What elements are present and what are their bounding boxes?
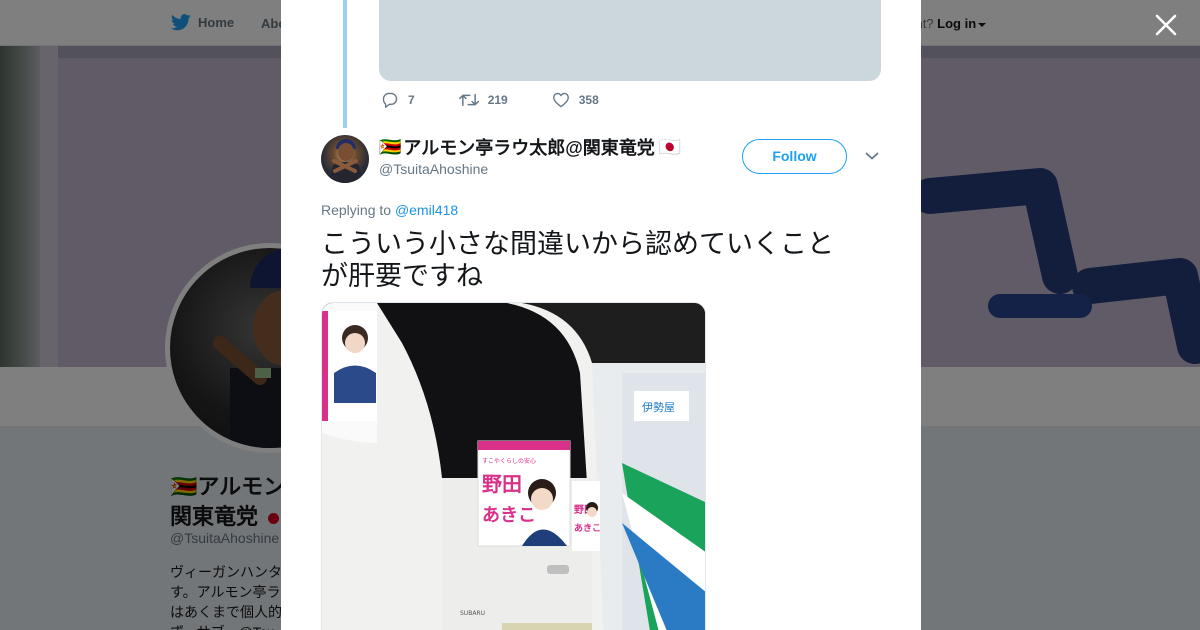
replying-to-link[interactable]: @emil418 — [395, 202, 458, 218]
photo-scene: 伊勢屋 すこやくらしの安心 野田 あきこ 野田 あきこ SUBARU — [322, 303, 705, 630]
tweet-modal: 7 219 358 🇿🇼 アルモン亭ラウ太郎@関東竜党 🇯🇵 @TsuitaAh… — [281, 0, 921, 630]
japan-flag-icon: 🇯🇵 — [658, 136, 682, 157]
close-icon[interactable] — [1153, 12, 1179, 38]
author-avatar[interactable] — [321, 135, 369, 183]
reply-icon — [382, 92, 398, 108]
like-button[interactable]: 358 — [552, 92, 599, 108]
replying-to: Replying to @emil418 — [321, 202, 458, 218]
previous-tweet-actions: 7 219 358 — [381, 92, 599, 108]
retweet-button[interactable]: 219 — [458, 92, 508, 108]
reply-count: 7 — [408, 93, 415, 107]
author-display-name: アルモン亭ラウ太郎@関東竜党 — [403, 138, 655, 158]
tweet-text-line: が肝要ですね — [321, 261, 483, 292]
chevron-down-icon[interactable] — [865, 151, 879, 161]
poster-tagline: すこやくらしの安心 — [482, 457, 536, 465]
conversation-thread-line — [343, 0, 347, 128]
poster-main-name: 野田 — [482, 472, 522, 496]
store-sign: 伊勢屋 — [642, 400, 675, 414]
poster-main-name2: あきこ — [482, 505, 536, 526]
tweet-text: こういう小さな間違いから認めていくこと が肝要ですね — [321, 229, 881, 293]
car-badge: SUBARU — [460, 610, 485, 617]
poster-side-name2: あきこ — [574, 523, 601, 534]
retweet-icon — [458, 93, 479, 107]
follow-button[interactable]: Follow — [742, 139, 847, 174]
like-count: 358 — [578, 93, 599, 107]
tweet-photo[interactable]: 伊勢屋 すこやくらしの安心 野田 あきこ 野田 あきこ SUBARU — [321, 302, 706, 630]
replying-prefix: Replying to — [321, 202, 392, 218]
author-name[interactable]: 🇿🇼 アルモン亭ラウ太郎@関東竜党 🇯🇵 — [379, 134, 681, 160]
heart-icon — [552, 92, 569, 108]
tweet-text-line: こういう小さな間違いから認めていくこと — [321, 229, 834, 260]
zimbabwe-flag-icon: 🇿🇼 — [379, 136, 402, 157]
avatar-figure — [329, 143, 363, 183]
previous-tweet-media[interactable] — [379, 0, 881, 81]
retweet-count: 219 — [487, 93, 508, 107]
reply-button[interactable]: 7 — [381, 92, 415, 108]
author-handle[interactable]: @TsuitaAhoshine — [379, 161, 488, 177]
